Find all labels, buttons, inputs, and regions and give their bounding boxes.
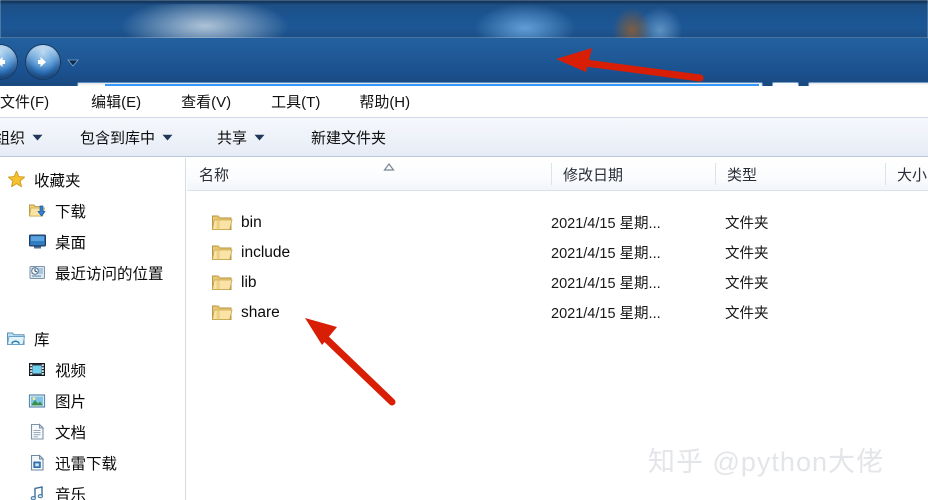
menu-item-file[interactable]: 文件(F) (0, 88, 55, 115)
thunder-download-icon (27, 453, 47, 473)
column-header-size[interactable]: 大小 (885, 158, 928, 191)
sidebar-item-desktop[interactable]: 桌面 (0, 226, 185, 257)
table-row[interactable]: lib 2021/4/15 星期... 文件夹 (187, 268, 928, 297)
file-date-modified: 2021/4/15 星期... (551, 306, 661, 322)
file-date-modified: 2021/4/15 星期... (551, 216, 661, 232)
sidebar-label-desktop: 桌面 (55, 234, 87, 252)
column-header-name[interactable]: 名称 (187, 158, 551, 191)
file-name: bin (241, 213, 262, 231)
video-icon (27, 360, 47, 380)
file-date-modified: 2021/4/15 星期... (551, 276, 661, 292)
menu-item-tools[interactable]: 工具(T) (265, 88, 326, 115)
folder-icon (211, 245, 233, 260)
library-icon (6, 329, 26, 349)
file-date-modified: 2021/4/15 星期... (551, 246, 661, 262)
organize-button[interactable]: 组织 (0, 127, 43, 148)
sidebar-label-pictures: 图片 (55, 393, 87, 411)
title-bar-top-edge (0, 0, 928, 4)
menu-item-edit[interactable]: 编辑(E) (85, 88, 147, 115)
back-button[interactable] (0, 45, 17, 79)
sidebar-label-thunder-download: 迅雷下载 (55, 455, 118, 473)
menu-bar: 文件(F) 编辑(E) 查看(V) 工具(T) 帮助(H) (0, 86, 928, 117)
chevron-down-icon (254, 134, 265, 140)
recent-places-icon (27, 263, 47, 283)
new-folder-label: 新建文件夹 (311, 129, 387, 147)
recent-pages-dropdown[interactable] (66, 57, 80, 69)
file-type: 文件夹 (725, 276, 769, 292)
menu-item-help[interactable]: 帮助(H) (353, 88, 416, 115)
include-in-library-label: 包含到库中 (80, 129, 156, 147)
folder-icon (211, 215, 233, 230)
navigation-bar: F:\luadist\Binaries-LuaDist-batteries-0.… (0, 38, 928, 109)
sidebar-item-recent-places[interactable]: 最近访问的位置 (0, 257, 185, 288)
forward-button[interactable] (26, 45, 60, 79)
window-title-bar (0, 0, 928, 38)
organize-label: 组织 (0, 129, 26, 147)
table-row[interactable]: bin 2021/4/15 星期... 文件夹 (187, 208, 928, 237)
column-header-type[interactable]: 类型 (715, 158, 885, 191)
chevron-down-icon (162, 134, 173, 140)
downloads-folder-icon (27, 201, 47, 221)
pictures-icon (27, 391, 47, 411)
navigation-sidebar: 收藏夹 下载 桌面 最近访问的位置 库 视频 图片 文档 迅雷下载 音乐 (0, 158, 186, 500)
sidebar-label-libraries: 库 (34, 331, 50, 349)
sidebar-label-downloads: 下载 (55, 203, 87, 221)
sidebar-label-recent-places: 最近访问的位置 (55, 265, 164, 283)
column-header-row: 名称 修改日期 类型 大小 (187, 158, 928, 191)
new-folder-button[interactable]: 新建文件夹 (311, 127, 393, 148)
sidebar-label-videos: 视频 (55, 362, 87, 380)
table-row[interactable]: include 2021/4/15 星期... 文件夹 (187, 238, 928, 267)
sidebar-item-favorites[interactable]: 收藏夹 (0, 164, 185, 195)
command-toolbar: 组织 包含到库中 共享 新建文件夹 (0, 117, 928, 157)
folder-icon (211, 305, 233, 320)
sidebar-item-music[interactable]: 音乐 (0, 478, 185, 500)
include-in-library-button[interactable]: 包含到库中 (80, 127, 173, 148)
menu-item-view[interactable]: 查看(V) (175, 88, 237, 115)
sidebar-group-favorites: 收藏夹 下载 桌面 最近访问的位置 (0, 164, 185, 288)
file-name: lib (241, 273, 257, 291)
sidebar-label-documents: 文档 (55, 424, 87, 442)
file-name: include (241, 243, 291, 261)
chevron-down-icon (32, 134, 43, 140)
sidebar-item-libraries[interactable]: 库 (0, 323, 185, 354)
watermark-text: 知乎 @python大佬 (648, 447, 884, 477)
file-type: 文件夹 (725, 306, 769, 322)
folder-icon (211, 275, 233, 290)
sidebar-item-documents[interactable]: 文档 (0, 416, 185, 447)
arrow-right-icon (38, 57, 46, 67)
file-type: 文件夹 (725, 216, 769, 232)
sidebar-item-downloads[interactable]: 下载 (0, 195, 185, 226)
arrow-left-icon (0, 57, 5, 67)
table-row[interactable]: share 2021/4/15 星期... 文件夹 (187, 298, 928, 327)
desktop-icon (27, 232, 47, 252)
file-type: 文件夹 (725, 246, 769, 262)
sidebar-item-videos[interactable]: 视频 (0, 354, 185, 385)
sidebar-label-music: 音乐 (55, 486, 87, 500)
share-label: 共享 (217, 129, 248, 147)
column-header-date-modified[interactable]: 修改日期 (551, 158, 715, 191)
documents-icon (27, 422, 47, 442)
sidebar-item-pictures[interactable]: 图片 (0, 385, 185, 416)
sort-ascending-icon (383, 163, 395, 171)
sidebar-group-libraries: 库 视频 图片 文档 迅雷下载 音乐 (0, 323, 185, 500)
sidebar-label-favorites: 收藏夹 (34, 172, 81, 190)
sidebar-item-thunder-download[interactable]: 迅雷下载 (0, 447, 185, 478)
share-button[interactable]: 共享 (217, 127, 265, 148)
star-icon (6, 170, 26, 190)
file-name: share (241, 303, 280, 321)
music-icon (27, 484, 47, 500)
